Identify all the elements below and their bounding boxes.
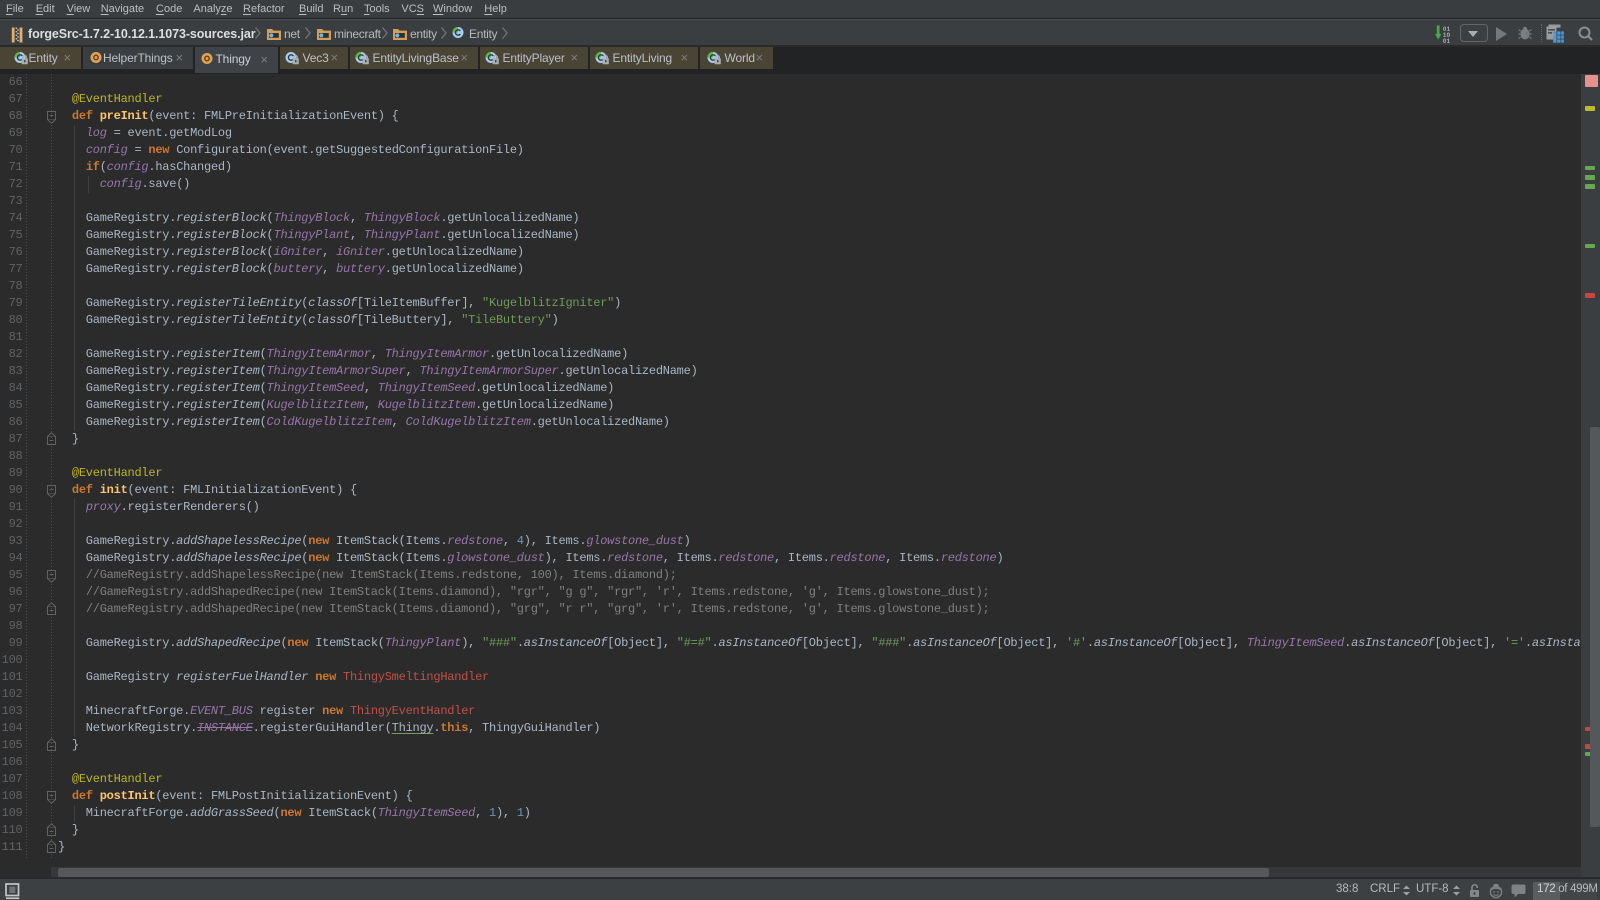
svg-text:01: 01: [1443, 38, 1451, 43]
